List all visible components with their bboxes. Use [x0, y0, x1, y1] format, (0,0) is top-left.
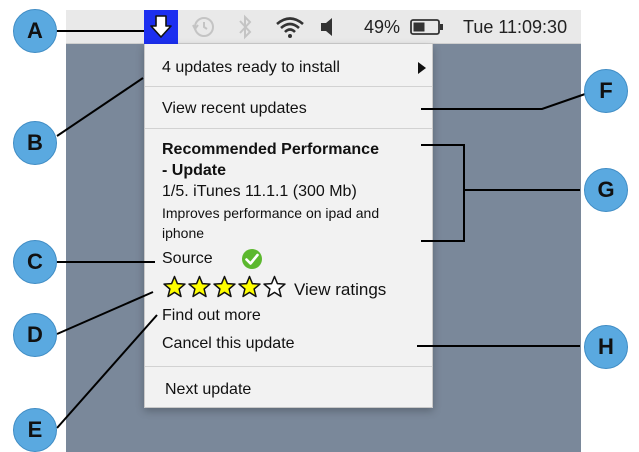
leader-line-f: [421, 92, 589, 110]
callout-d: D: [13, 313, 57, 357]
callout-b: B: [13, 121, 57, 165]
callout-e: E: [13, 408, 57, 452]
callout-h: H: [584, 325, 628, 369]
leader-line-g: [421, 144, 580, 242]
leader-line-b: [56, 77, 144, 137]
callout-c: C: [13, 240, 57, 284]
callout-g: G: [584, 168, 628, 212]
leader-line-d: [56, 291, 154, 335]
annotation-lines: [56, 30, 589, 429]
annotated-screenshot: 49% Tue 11:09:30 4 updates ready to inst…: [0, 0, 639, 452]
callout-f: F: [584, 69, 628, 113]
callout-a: A: [13, 9, 57, 53]
leader-line-e: [56, 314, 158, 429]
